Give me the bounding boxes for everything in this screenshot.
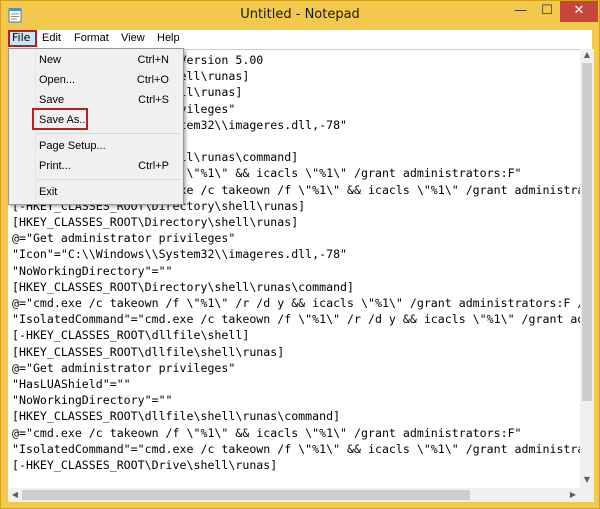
menu-item-new-label: New <box>39 54 62 66</box>
menu-file-label: File <box>12 31 31 44</box>
menu-item-save-shortcut: Ctrl+S <box>138 94 169 106</box>
menu-item-exit[interactable]: Exit <box>11 183 181 203</box>
scroll-right-icon[interactable]: ▶ <box>566 490 580 499</box>
resize-grip-icon[interactable] <box>580 488 594 502</box>
menu-item-page-setup-label: Page Setup... <box>39 140 106 152</box>
scroll-up-icon[interactable]: ▲ <box>580 50 594 59</box>
vertical-scroll-thumb[interactable] <box>582 63 592 401</box>
menu-bar: File Edit Format View Help <box>8 30 592 49</box>
menu-edit[interactable]: Edit <box>42 32 61 44</box>
maximize-icon: ☐ <box>541 3 553 18</box>
menu-view[interactable]: View <box>121 32 145 44</box>
menu-item-print-shortcut: Ctrl+P <box>138 160 169 172</box>
menu-item-open[interactable]: Open... Ctrl+O <box>11 71 181 91</box>
close-button[interactable]: ✕ <box>560 1 598 22</box>
vertical-scrollbar[interactable]: ▲ ▼ <box>580 49 594 488</box>
menu-help[interactable]: Help <box>157 32 180 44</box>
menu-item-print[interactable]: Print... Ctrl+P <box>11 157 181 177</box>
menu-item-new[interactable]: New Ctrl+N <box>11 51 181 71</box>
menu-item-open-shortcut: Ctrl+O <box>136 74 169 86</box>
horizontal-scrollbar[interactable]: ◀ ▶ <box>8 488 580 502</box>
scroll-left-icon[interactable]: ◀ <box>8 490 22 499</box>
close-icon: ✕ <box>573 3 585 18</box>
menu-item-exit-label: Exit <box>39 186 58 198</box>
menu-item-save-label: Save <box>39 94 65 106</box>
notepad-window: Untitled - Notepad — ☐ ✕ File Edit Forma… <box>0 0 600 509</box>
menu-item-print-label: Print... <box>39 160 71 172</box>
menu-format[interactable]: Format <box>74 32 109 44</box>
menu-separator <box>37 179 180 180</box>
save-as-highlight <box>32 108 88 130</box>
title-bar[interactable]: Untitled - Notepad — ☐ ✕ <box>1 1 599 30</box>
scroll-down-icon[interactable]: ▼ <box>580 475 594 484</box>
menu-item-page-setup[interactable]: Page Setup... <box>11 137 181 157</box>
menu-file[interactable]: File <box>8 30 37 47</box>
minimize-icon: — <box>514 3 527 18</box>
menu-item-new-shortcut: Ctrl+N <box>137 54 169 66</box>
horizontal-scroll-thumb[interactable] <box>22 490 470 500</box>
maximize-button[interactable]: ☐ <box>534 1 560 22</box>
menu-item-open-label: Open... <box>39 74 76 86</box>
menu-separator <box>37 133 180 134</box>
minimize-button[interactable]: — <box>507 1 534 22</box>
